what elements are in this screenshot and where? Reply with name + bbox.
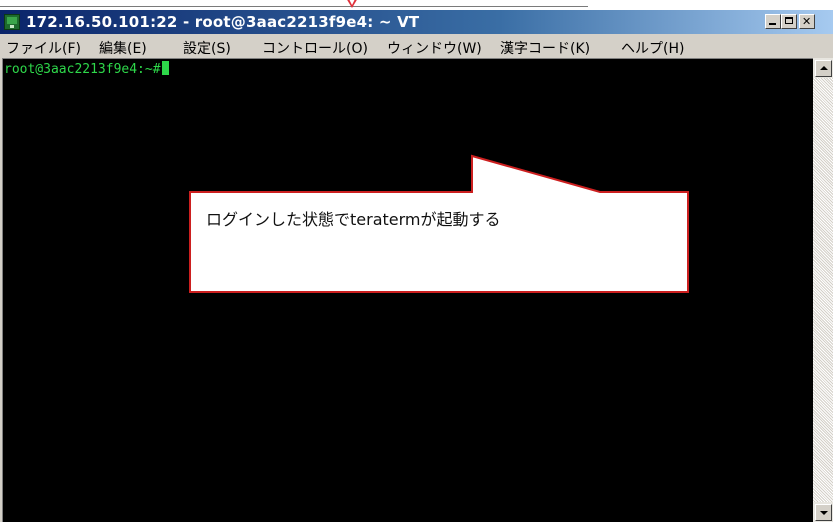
- menu-window[interactable]: ウィンドウ(W): [387, 38, 482, 58]
- menu-setup[interactable]: 設定(S): [183, 38, 231, 58]
- close-icon[interactable]: [799, 14, 815, 29]
- menu-edit[interactable]: 編集(E): [99, 38, 147, 58]
- title-bar[interactable]: 172.16.50.101:22 - root@3aac2213f9e4: ~ …: [0, 10, 833, 34]
- menu-file[interactable]: ファイル(F): [6, 38, 81, 58]
- terminal-prompt: root@3aac2213f9e4:~#: [4, 62, 161, 77]
- terminal-prompt-line: root@3aac2213f9e4:~#: [4, 61, 169, 77]
- terminal-screen[interactable]: root@3aac2213f9e4:~#: [2, 58, 813, 522]
- window-title: 172.16.50.101:22 - root@3aac2213f9e4: ~ …: [26, 13, 420, 31]
- menu-control[interactable]: コントロール(O): [262, 38, 368, 58]
- menu-bar: ファイル(F) 編集(E) 設定(S) コントロール(O) ウィンドウ(W) 漢…: [0, 34, 833, 58]
- teraterm-window: 172.16.50.101:22 - root@3aac2213f9e4: ~ …: [0, 10, 833, 522]
- top-strip: [0, 0, 833, 10]
- callout-text: ログインした状態でteratermが起動する: [206, 210, 501, 229]
- top-divider-line: [0, 6, 588, 7]
- red-pointer-arrow-inner: [349, 0, 355, 5]
- scroll-up-arrow-icon[interactable]: [815, 60, 832, 77]
- menu-kanjicode[interactable]: 漢字コード(K): [500, 38, 590, 58]
- vertical-scrollbar[interactable]: [813, 58, 833, 522]
- menu-help[interactable]: ヘルプ(H): [621, 38, 684, 58]
- scroll-down-arrow-icon[interactable]: [815, 504, 832, 521]
- terminal-cursor: [161, 61, 169, 75]
- minimize-icon[interactable]: [765, 14, 781, 29]
- maximize-icon[interactable]: [781, 14, 797, 29]
- teraterm-app-icon[interactable]: [4, 14, 20, 30]
- scrollbar-track[interactable]: [813, 78, 833, 502]
